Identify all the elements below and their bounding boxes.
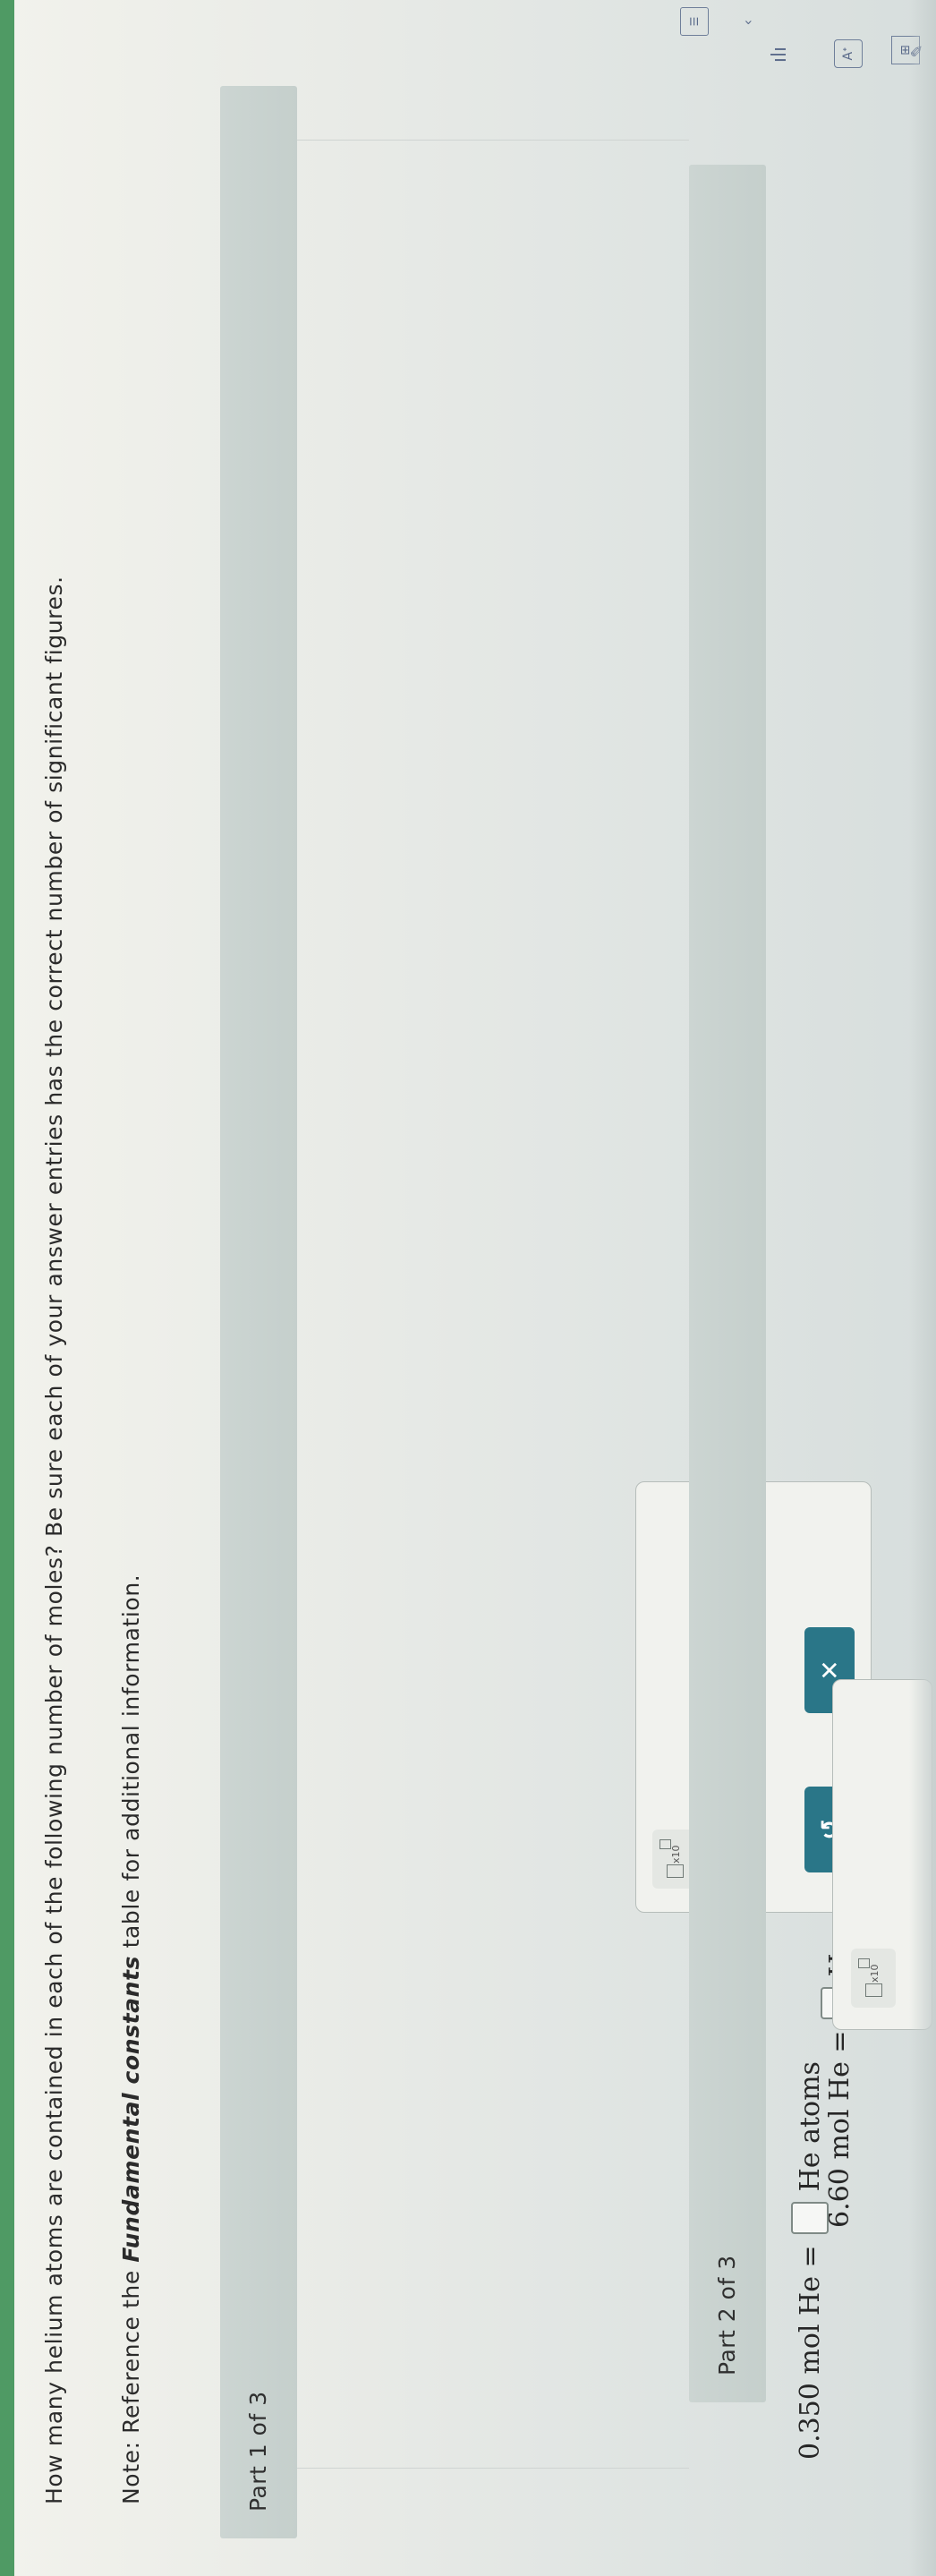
mantissa-box-icon xyxy=(667,1864,684,1878)
part-2-equation: 0.350 mol He = He atoms xyxy=(791,2061,829,2460)
x10-label: x10 xyxy=(670,1845,682,1864)
bottom-shadow xyxy=(909,0,936,2576)
window-top-strip xyxy=(0,0,14,2576)
part-2-label: Part 2 of 3 xyxy=(714,2255,740,2376)
part-1-label: Part 1 of 3 xyxy=(245,2391,271,2512)
fundamental-constants-link[interactable]: Fundamental constants xyxy=(118,1956,144,2263)
part-2-equation-right: He atoms xyxy=(794,2061,826,2192)
x10-label: x10 xyxy=(869,1964,881,1983)
mantissa-box-icon xyxy=(865,1983,882,1997)
note-text: Note: Reference the Fundamental constant… xyxy=(118,1574,144,2504)
note-prefix: Note: Reference the xyxy=(118,2262,144,2504)
close-icon: ✕ xyxy=(814,1659,845,1681)
question-stage: How many helium atoms are contained in e… xyxy=(0,0,936,2576)
part-1-header: Part 1 of 3 xyxy=(220,86,297,2538)
sci-notation-button-2[interactable]: x10 xyxy=(851,1949,896,2008)
part-2-equation-left: 0.350 mol He = xyxy=(794,2245,826,2460)
chevron-left-icon[interactable]: ‹ xyxy=(734,9,761,36)
part-1-area: 6.60 mol He = He atoms x10 ↺ ✕ xyxy=(297,140,872,2469)
chart-icon[interactable]: ılı xyxy=(766,41,793,68)
part-2-header: Part 2 of 3 xyxy=(689,165,766,2402)
text-size-icon[interactable]: Aᐩ xyxy=(834,39,863,68)
note-suffix: table for additional information. xyxy=(118,1574,144,1956)
part-2-answer-input[interactable] xyxy=(791,2202,829,2235)
book-icon[interactable]: ☰ xyxy=(680,7,709,36)
question-text: How many helium atoms are contained in e… xyxy=(41,576,67,2504)
exponent-box-icon xyxy=(659,1839,671,1849)
exponent-box-icon xyxy=(858,1958,870,1968)
